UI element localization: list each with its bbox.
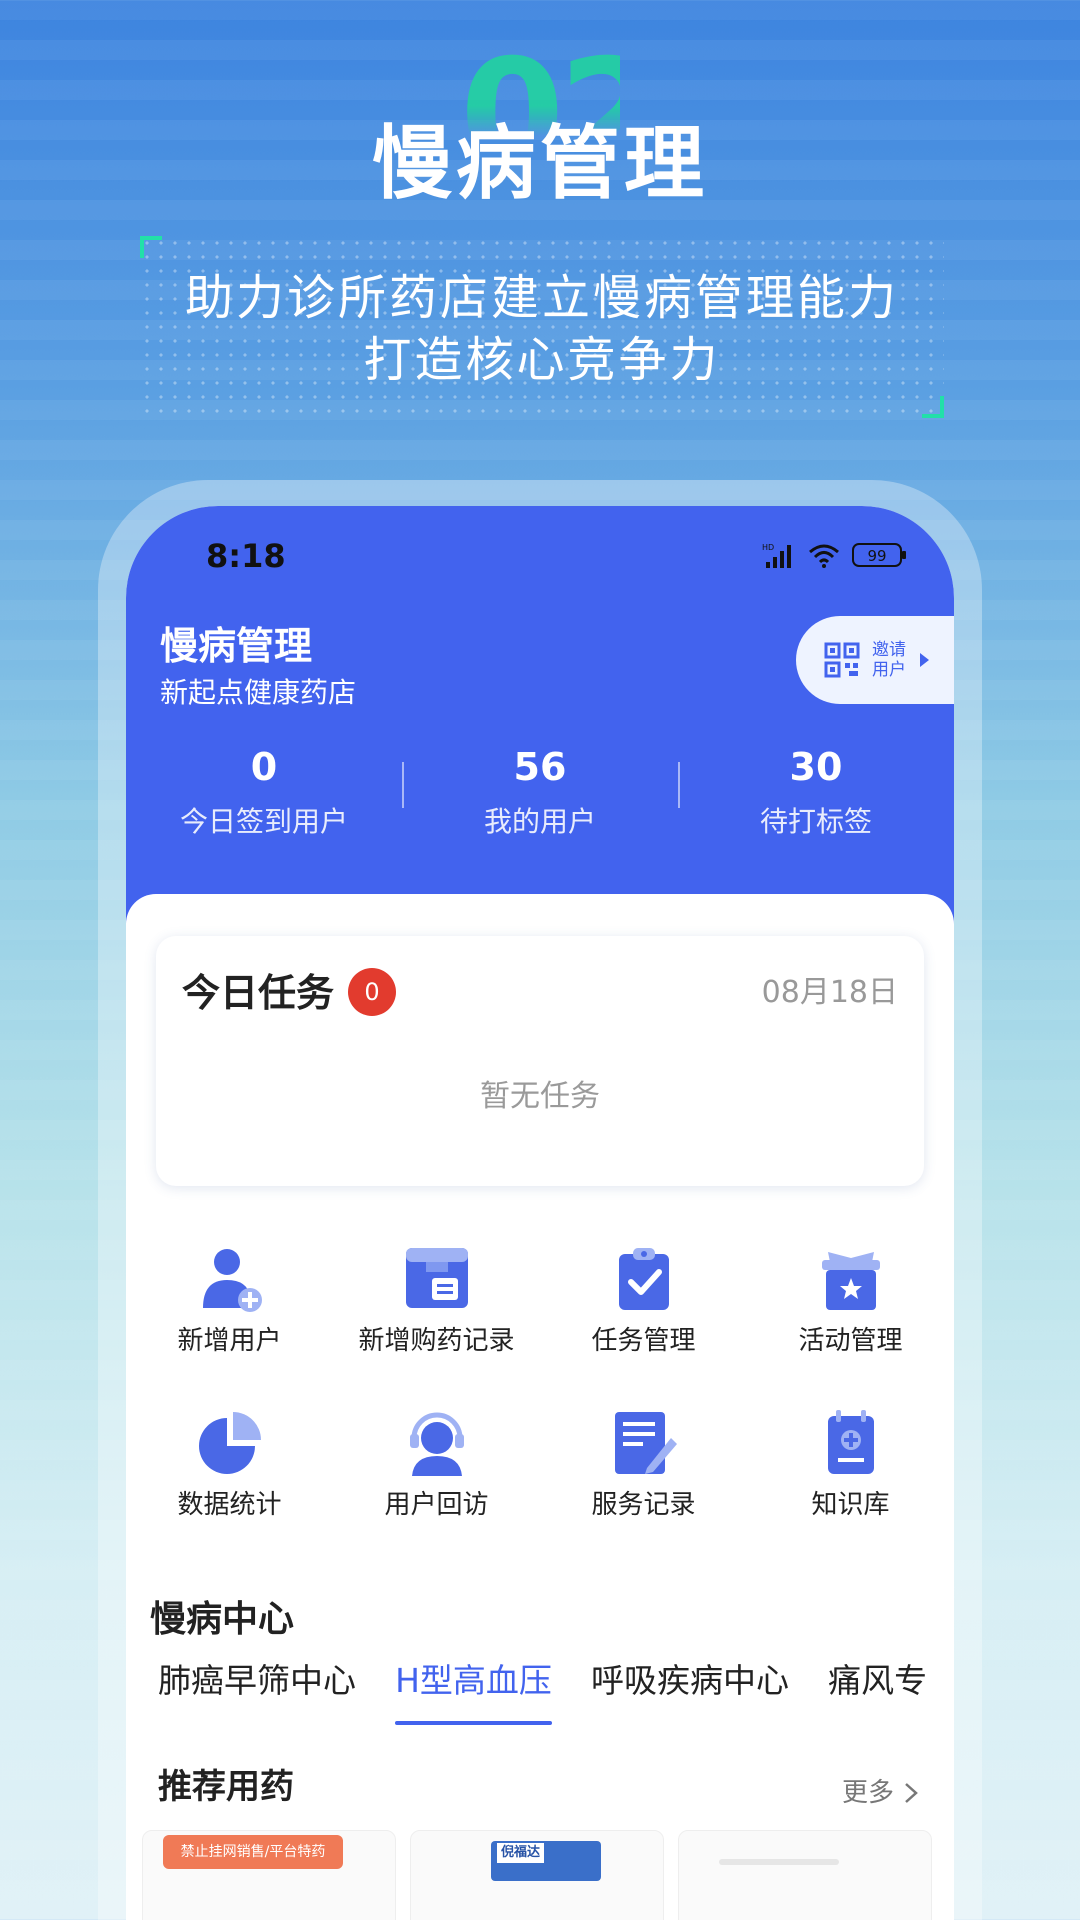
caret-right-icon <box>920 653 929 667</box>
headset-user-icon <box>409 1412 464 1476</box>
promo-title: 慢病管理 <box>372 117 708 210</box>
pie-chart-icon <box>198 1412 261 1474</box>
qr-code-icon <box>824 642 860 678</box>
stat-label: 我的用户 <box>483 805 596 838</box>
tab-respiratory-disease[interactable]: 呼吸疾病中心 <box>591 1664 789 1725</box>
stat-pending-tags[interactable]: 30 待打标签 <box>678 738 954 848</box>
function-label: 用户回访 <box>384 1490 489 1520</box>
function-user-follow-up[interactable]: 用户回访 <box>333 1408 540 1572</box>
product-brand: 倪福达 <box>497 1843 545 1863</box>
recommended-drugs-title: 推荐用药 <box>158 1767 294 1807</box>
task-date: 08月18日 <box>761 975 898 1010</box>
stat-label: 今日签到用户 <box>179 805 348 838</box>
function-add-user[interactable]: 新增用户 <box>126 1244 333 1408</box>
task-card-title: 今日任务 <box>182 971 335 1015</box>
function-label: 活动管理 <box>798 1326 903 1356</box>
stats-row: 0 今日签到用户 56 我的用户 30 待打标签 <box>126 738 954 848</box>
function-grid: 新增用户 新增购药记录 任务管理 活动管理 数据统计 用户回访 服务记录 知识库 <box>126 1244 954 1572</box>
status-bar: 8:18 HD 99 <box>126 506 954 616</box>
function-label: 知识库 <box>811 1490 890 1520</box>
product-package-image: 倪福达 <box>491 1841 601 1881</box>
task-count-badge: 0 <box>348 968 396 1016</box>
product-card[interactable]: 倪福达 <box>410 1830 664 1920</box>
more-label: 更多 <box>841 1778 894 1808</box>
function-knowledge-base[interactable]: 知识库 <box>747 1408 954 1572</box>
product-card[interactable] <box>678 1830 932 1920</box>
more-link[interactable]: 更多 <box>842 1780 918 1806</box>
product-package-image <box>719 1859 839 1865</box>
task-clipboard-icon <box>618 1248 669 1310</box>
function-task-management[interactable]: 任务管理 <box>540 1244 747 1408</box>
function-label: 新增购药记录 <box>358 1326 515 1356</box>
function-add-purchase-record[interactable]: 新增购药记录 <box>333 1244 540 1408</box>
promo-subtitle-line2: 打造核心竞争力 <box>363 332 721 388</box>
function-activity-management[interactable]: 活动管理 <box>747 1244 954 1408</box>
product-restriction-banner: 禁止挂网销售/平台特药 <box>163 1835 343 1869</box>
chevron-right-icon <box>905 1783 918 1803</box>
phone-screen: 8:18 HD 99 慢病管理 新起点健康药店 邀请 用户 0 今日签到用户 5… <box>126 506 954 1920</box>
corner-bracket-top-left <box>140 236 162 258</box>
status-time: 8:18 <box>206 537 286 575</box>
tab-gout[interactable]: 痛风专 <box>828 1664 927 1725</box>
wifi-icon <box>809 544 839 568</box>
stat-my-users[interactable]: 56 我的用户 <box>402 738 678 848</box>
stat-label: 待打标签 <box>759 805 872 838</box>
promo-subtitle-line1: 助力诊所药店建立慢病管理能力 <box>184 270 899 326</box>
stat-value: 0 <box>250 745 278 789</box>
knowledge-book-icon <box>827 1410 874 1474</box>
invite-label: 邀请 用户 <box>872 640 906 681</box>
invite-label-line1: 邀请 <box>872 639 906 660</box>
invite-label-line2: 用户 <box>872 660 906 680</box>
function-label: 数据统计 <box>177 1490 282 1520</box>
status-icons: HD 99 <box>762 542 908 568</box>
page-title: 慢病管理 <box>160 624 313 668</box>
function-data-statistics[interactable]: 数据统计 <box>126 1408 333 1572</box>
battery-icon: 99 <box>852 543 906 567</box>
invite-user-button[interactable]: 邀请 用户 <box>796 616 954 704</box>
function-label: 任务管理 <box>591 1326 696 1356</box>
function-service-record[interactable]: 服务记录 <box>540 1408 747 1572</box>
cellular-signal-icon: HD <box>762 543 791 568</box>
main-content: 今日任务 0 08月18日 暂无任务 新增用户 新增购药记录 任务管理 活动管理… <box>126 894 954 1920</box>
tab-h-type-hypertension[interactable]: H型高血压 <box>395 1664 552 1725</box>
task-empty-text: 暂无任务 <box>480 1079 600 1114</box>
add-user-icon <box>202 1249 262 1312</box>
today-task-card[interactable]: 今日任务 0 08月18日 暂无任务 <box>156 936 924 1186</box>
store-name: 新起点健康药店 <box>160 676 357 709</box>
chronic-center-tabs: 肺癌早筛中心 H型高血压 呼吸疾病中心 痛风专 <box>158 1664 954 1734</box>
promo-subtitle-box: 助力诊所药店建立慢病管理能力 打造核心竞争力 <box>140 236 944 418</box>
battery-level: 99 <box>867 547 886 565</box>
corner-bracket-bottom-right <box>922 396 944 418</box>
function-label: 服务记录 <box>591 1490 696 1520</box>
tab-lung-cancer-screening[interactable]: 肺癌早筛中心 <box>158 1664 356 1725</box>
product-list: 禁止挂网销售/平台特药 倪福达 <box>142 1830 942 1920</box>
stat-value: 56 <box>513 745 567 789</box>
chronic-center-title: 慢病中心 <box>150 1599 295 1640</box>
function-label: 新增用户 <box>177 1326 282 1356</box>
document-edit-icon <box>614 1412 677 1474</box>
network-type-label: HD <box>762 543 774 552</box>
product-card[interactable]: 禁止挂网销售/平台特药 <box>142 1830 396 1920</box>
stat-checkin-today[interactable]: 0 今日签到用户 <box>126 738 402 848</box>
gift-star-icon <box>821 1252 880 1310</box>
purchase-record-icon <box>405 1248 468 1308</box>
stat-value: 30 <box>789 745 843 789</box>
